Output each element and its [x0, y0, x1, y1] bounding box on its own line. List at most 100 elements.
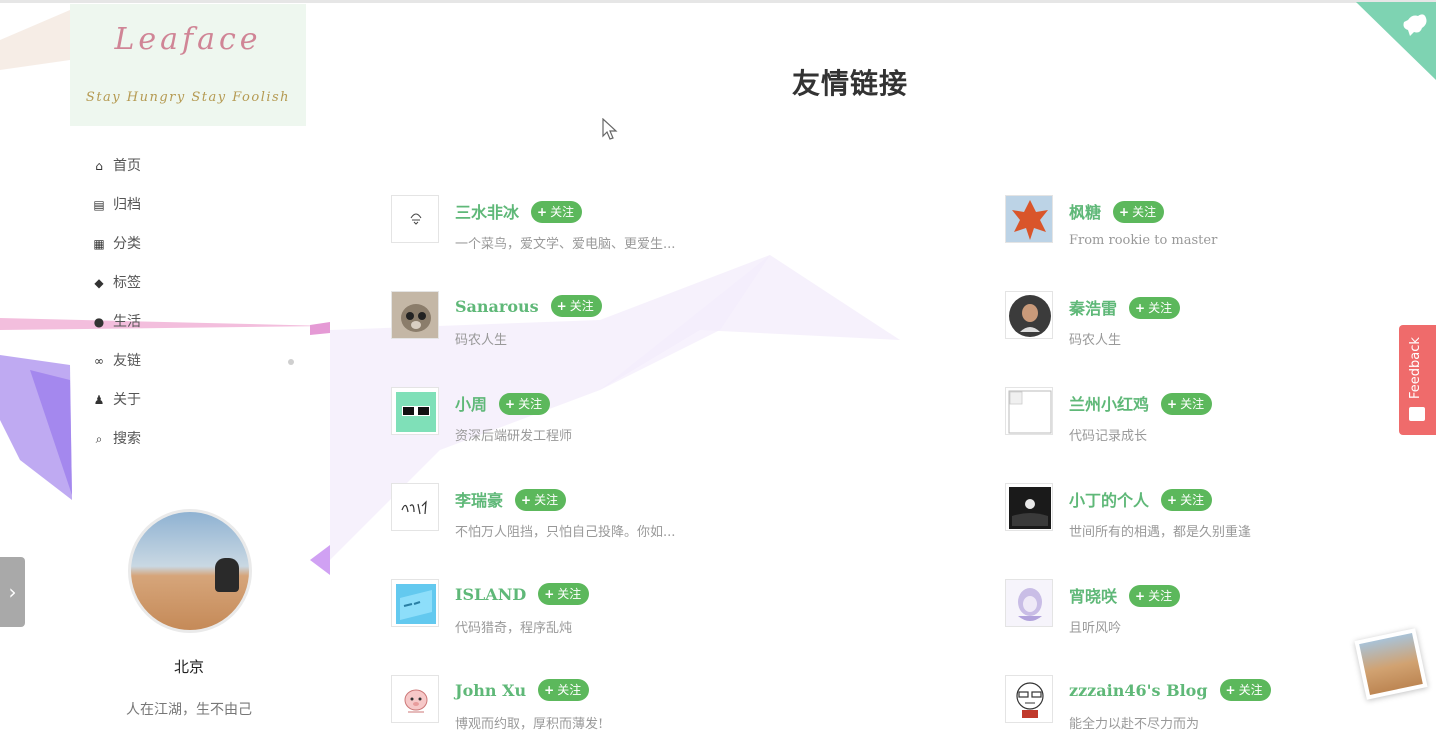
- mouse-cursor-icon: [602, 118, 618, 140]
- friend-name[interactable]: 宵晓咲: [1069, 587, 1117, 606]
- follow-label: 关注: [550, 205, 575, 219]
- floating-photo[interactable]: [1354, 628, 1428, 700]
- friend-description: 世间所有的相遇，都是久别重逢: [1069, 525, 1252, 540]
- user-icon: ♟: [93, 393, 105, 407]
- follow-button[interactable]: + 关注: [531, 201, 583, 223]
- friend-avatar[interactable]: [391, 579, 439, 627]
- friend-description: 码农人生: [1069, 333, 1122, 348]
- friend-avatar[interactable]: [391, 195, 439, 243]
- friend-name[interactable]: 枫糖: [1069, 203, 1101, 222]
- friend-avatar[interactable]: [391, 675, 439, 723]
- menu-item-label: 分类: [113, 236, 141, 252]
- friend-avatar[interactable]: [391, 387, 439, 435]
- friend-description: 博观而约取，厚积而薄发!: [455, 717, 604, 732]
- plus-icon: +: [1167, 397, 1178, 411]
- plus-icon: +: [1135, 589, 1146, 603]
- friend-link-card[interactable]: 小周 + 关注 资深后端研发工程师: [391, 387, 811, 457]
- friend-name[interactable]: ISLAND: [455, 585, 526, 604]
- menu-item-label: 关于: [113, 392, 141, 408]
- plus-icon: +: [505, 397, 516, 411]
- friend-description: 不怕万人阻挡，只怕自己投降。你如...: [455, 525, 676, 540]
- photo-image: [1359, 632, 1423, 696]
- grid-icon: ▦: [93, 237, 105, 251]
- friend-name[interactable]: 秦浩雷: [1069, 299, 1117, 318]
- friend-link-card[interactable]: 秦浩雷 + 关注 码农人生: [1005, 291, 1425, 361]
- friend-name[interactable]: 三水非冰: [455, 203, 519, 222]
- sidebar: Leaface Stay Hungry Stay Foolish ⌂ 首页 ▤ 归档…: [70, 4, 308, 734]
- friend-name[interactable]: 李瑞豪: [455, 491, 503, 510]
- menu-item-tags[interactable]: ◆ 标签: [70, 264, 308, 303]
- follow-button[interactable]: + 关注: [550, 295, 602, 317]
- follow-button[interactable]: + 关注: [1113, 201, 1165, 223]
- friend-link-card[interactable]: 小丁的个人 + 关注 世间所有的相遇，都是久别重逢: [1005, 483, 1425, 553]
- follow-button[interactable]: + 关注: [1219, 679, 1271, 701]
- menu-item-about[interactable]: ♟ 关于: [70, 381, 308, 420]
- friend-avatar[interactable]: [391, 291, 439, 339]
- menu-item-label: 首页: [113, 158, 141, 174]
- friend-avatar[interactable]: [1005, 291, 1053, 339]
- friend-name[interactable]: John Xu: [455, 681, 526, 700]
- profile-avatar: [128, 509, 252, 633]
- friend-link-card[interactable]: 枫糖 + 关注 From rookie to master: [1005, 195, 1425, 265]
- tags-icon: ◆: [94, 276, 104, 290]
- logo-title: Leaface: [114, 22, 262, 57]
- friend-avatar[interactable]: [1005, 483, 1053, 531]
- feedback-button[interactable]: Feedback: [1399, 325, 1436, 435]
- friend-avatar[interactable]: [1005, 387, 1053, 435]
- follow-button[interactable]: + 关注: [1129, 297, 1181, 319]
- friend-name[interactable]: 小周: [455, 395, 487, 414]
- friend-link-card[interactable]: 三水非冰 + 关注 一个菜鸟，爱文学、爱电脑、更爱生...: [391, 195, 811, 265]
- menu-item-categories[interactable]: ▦ 分类: [70, 225, 308, 264]
- friend-link-card[interactable]: zzzain46's Blog + 关注 能全力以赴不尽力而为: [1005, 675, 1425, 734]
- follow-button[interactable]: + 关注: [1161, 393, 1213, 415]
- apple-icon: ●: [93, 315, 105, 329]
- follow-button[interactable]: + 关注: [1161, 489, 1213, 511]
- follow-label: 关注: [1238, 683, 1263, 697]
- avatar-figure: [215, 558, 239, 592]
- menu-item-archive[interactable]: ▤ 归档: [70, 186, 308, 225]
- menu-item-life[interactable]: ● 生活: [70, 303, 308, 342]
- top-border: [0, 0, 1436, 3]
- github-corner-icon[interactable]: [1356, 2, 1436, 80]
- friend-avatar[interactable]: [391, 483, 439, 531]
- menu-item-home[interactable]: ⌂ 首页: [70, 147, 308, 186]
- friend-avatar[interactable]: [1005, 195, 1053, 243]
- friend-name[interactable]: zzzain46's Blog: [1069, 681, 1208, 700]
- friend-description: 资深后端研发工程师: [455, 429, 573, 444]
- friend-name[interactable]: Sanarous: [455, 297, 539, 316]
- follow-label: 关注: [557, 587, 582, 601]
- follow-button[interactable]: + 关注: [499, 393, 551, 415]
- follow-label: 关注: [1180, 493, 1205, 507]
- friend-avatar[interactable]: [1005, 579, 1053, 627]
- friend-link-card[interactable]: John Xu + 关注 博观而约取，厚积而薄发!: [391, 675, 811, 734]
- profile-motto: 人在江湖，生不由己: [126, 702, 252, 718]
- friend-description: 一个菜鸟，爱文学、爱电脑、更爱生...: [455, 237, 676, 252]
- menu-item-search[interactable]: ⌕ 搜索: [70, 420, 308, 459]
- follow-button[interactable]: + 关注: [515, 489, 567, 511]
- friend-avatar[interactable]: [1005, 675, 1053, 723]
- friend-link-card[interactable]: 兰州小红鸡 + 关注 代码记录成长: [1005, 387, 1425, 457]
- plus-icon: +: [521, 493, 532, 507]
- menu-item-links[interactable]: ∞ 友链: [70, 342, 308, 381]
- logo-subtitle: Stay Hungry Stay Foolish: [85, 90, 291, 105]
- plus-icon: +: [1167, 493, 1178, 507]
- friend-link-card[interactable]: 李瑞豪 + 关注 不怕万人阻挡，只怕自己投降。你如...: [391, 483, 811, 553]
- follow-button[interactable]: + 关注: [1129, 585, 1181, 607]
- plus-icon: +: [556, 299, 567, 313]
- follow-button[interactable]: + 关注: [538, 583, 590, 605]
- friend-link-card[interactable]: Sanarous + 关注 码农人生: [391, 291, 811, 361]
- follow-label: 关注: [1148, 589, 1173, 603]
- friend-name[interactable]: 小丁的个人: [1069, 491, 1149, 510]
- plus-icon: +: [1119, 205, 1130, 219]
- menu-item-label: 标签: [113, 275, 141, 291]
- follow-button[interactable]: + 关注: [538, 679, 590, 701]
- follow-label: 关注: [518, 397, 543, 411]
- friend-name[interactable]: 兰州小红鸡: [1069, 395, 1149, 414]
- follow-label: 关注: [1132, 205, 1157, 219]
- blog-logo[interactable]: Leaface Stay Hungry Stay Foolish: [70, 4, 306, 126]
- friend-description: 代码猎奇，程序乱炖: [455, 621, 573, 636]
- sidebar-toggle-button[interactable]: ›: [0, 557, 25, 627]
- profile-name: 北京: [173, 658, 204, 676]
- chevron-right-icon: ›: [8, 580, 17, 604]
- friend-link-card[interactable]: ISLAND + 关注 代码猎奇，程序乱炖: [391, 579, 811, 649]
